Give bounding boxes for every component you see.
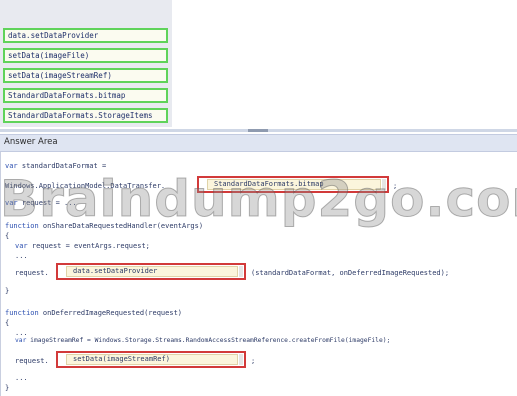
- option-item[interactable]: setData(imageFile): [3, 48, 168, 63]
- code-line: ;: [251, 357, 256, 365]
- option-item[interactable]: data.setDataProvider: [3, 28, 168, 43]
- option-item[interactable]: StandardDataFormats.StorageItems: [3, 108, 168, 123]
- code-line: ...: [15, 252, 28, 260]
- option-item[interactable]: setData(imageStreamRef): [3, 68, 168, 83]
- code-line: request.: [15, 269, 49, 277]
- slot-value[interactable]: StandardDataFormats.bitmap: [207, 179, 381, 190]
- code-line: var standardDataFormat =: [5, 162, 107, 170]
- code-line: {: [5, 319, 10, 327]
- code-line: var request = eventArgs.request;: [15, 242, 150, 250]
- slot-handle: [382, 179, 386, 190]
- code-line: ...: [15, 374, 28, 382]
- option-item[interactable]: StandardDataFormats.bitmap: [3, 88, 168, 103]
- code-line: request.: [15, 357, 49, 365]
- slot-value[interactable]: setData(imageStreamRef): [66, 354, 238, 365]
- slot-handle: [239, 354, 243, 365]
- code-line: var imageStreamRef = Windows.Storage.Str…: [15, 337, 391, 344]
- code-line-end: ;: [393, 182, 398, 190]
- code-line: }: [5, 287, 10, 295]
- code-line: {: [5, 232, 10, 240]
- code-line: function onDeferredImageRequested(reques…: [5, 309, 183, 317]
- answer-area-title: Answer Area: [4, 137, 58, 147]
- answer-options-panel: data.setDataProvider setData(imageFile) …: [0, 0, 172, 127]
- code-line: Windows.ApplicationModel.DataTransfer.: [5, 182, 166, 190]
- splitter-grip-icon[interactable]: [248, 129, 268, 132]
- answer-area: var standardDataFormat = Windows.Applica…: [0, 152, 517, 396]
- slot-value[interactable]: data.setDataProvider: [66, 266, 238, 277]
- code-line: function onShareDataRequestedHandler(eve…: [5, 222, 204, 230]
- drop-slot-format[interactable]: StandardDataFormats.bitmap: [197, 176, 389, 193]
- code-line: var request = ...: [5, 199, 77, 207]
- code-line: (standardDataFormat, onDeferredImageRequ…: [251, 269, 450, 277]
- drop-slot-setdata[interactable]: setData(imageStreamRef): [56, 351, 246, 368]
- slot-handle: [239, 266, 243, 277]
- code-line: }: [5, 384, 10, 392]
- drop-slot-method[interactable]: data.setDataProvider: [56, 263, 246, 280]
- answer-area-header: Answer Area: [0, 134, 517, 152]
